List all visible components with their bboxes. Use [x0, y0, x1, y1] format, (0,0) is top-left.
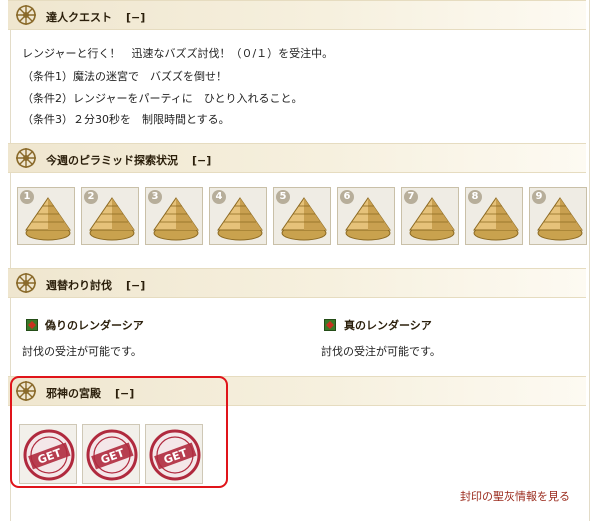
get-stamp-icon: GET [23, 429, 75, 481]
wheel-emblem-icon [16, 381, 36, 401]
section-header-pyramid: 今週のピラミッド探索状況 [−] [8, 143, 586, 173]
section-title: 邪神の宮殿 [−] [46, 387, 135, 400]
section-title: 週替わり討伐 [−] [46, 279, 146, 292]
quest-condition-line: （条件3）２分30秒を 制限時間とする。 [22, 113, 230, 126]
pyramid-number: 1 [20, 190, 34, 204]
section-header-evil-god-palace: 邪神の宮殿 [−] [8, 376, 586, 406]
hunt-target-status: 討伐の受注が可能です。 [22, 345, 142, 358]
pyramid-tile: 3 [145, 187, 203, 245]
pyramid-number: 5 [276, 190, 290, 204]
pyramid-number: 7 [404, 190, 418, 204]
wheel-emblem-icon [16, 273, 36, 293]
pyramid-tile: 8 [465, 187, 523, 245]
get-stamp-tile: GET [19, 424, 77, 484]
get-stamp-tile: GET [82, 424, 140, 484]
get-stamp-icon: GET [149, 429, 201, 481]
wheel-emblem-icon [16, 5, 36, 25]
seal-ash-info-link[interactable]: 封印の聖灰情報を見る [460, 488, 570, 504]
pyramid-number: 6 [340, 190, 354, 204]
pyramid-tile: 1 [17, 187, 75, 245]
collapse-toggle[interactable]: [−] [126, 11, 145, 24]
pyramid-tile: 6 [337, 187, 395, 245]
section-header-master-quest: 達人クエスト [−] [8, 0, 586, 30]
wheel-emblem-icon [16, 148, 36, 168]
pyramid-tile: 4 [209, 187, 267, 245]
pyramid-number: 4 [212, 190, 226, 204]
get-stamp-tile: GET [145, 424, 203, 484]
pyramid-tile: 7 [401, 187, 459, 245]
pyramid-tile: 9 [529, 187, 587, 245]
hunt-target-link[interactable]: 真のレンダーシア [344, 317, 432, 333]
gem-icon [324, 319, 336, 331]
collapse-toggle[interactable]: [−] [115, 387, 134, 400]
hunt-target-status: 討伐の受注が可能です。 [321, 345, 441, 358]
gem-icon [26, 319, 38, 331]
quest-condition-line: （条件2）レンジャーをパーティに ひとり入れること。 [22, 92, 303, 105]
section-header-weekly-hunt: 週替わり討伐 [−] [8, 268, 586, 298]
collapse-toggle[interactable]: [−] [192, 154, 211, 167]
get-stamp-icon: GET [86, 429, 138, 481]
collapse-toggle[interactable]: [−] [126, 279, 145, 292]
quest-status-line: レンジャーと行く！ 迅速なバズズ討伐！（０/１）を受注中。 [22, 47, 334, 60]
pyramid-number: 9 [532, 190, 546, 204]
pyramid-number: 2 [84, 190, 98, 204]
section-title: 達人クエスト [−] [46, 11, 146, 24]
pyramid-tile: 5 [273, 187, 331, 245]
pyramid-tile: 2 [81, 187, 139, 245]
section-title: 今週のピラミッド探索状況 [−] [46, 154, 212, 167]
pyramid-number: 8 [468, 190, 482, 204]
pyramid-number: 3 [148, 190, 162, 204]
quest-condition-line: （条件1）魔法の迷宮で バズズを倒せ！ [22, 70, 227, 83]
hunt-target-link[interactable]: 偽りのレンダーシア [45, 317, 144, 333]
